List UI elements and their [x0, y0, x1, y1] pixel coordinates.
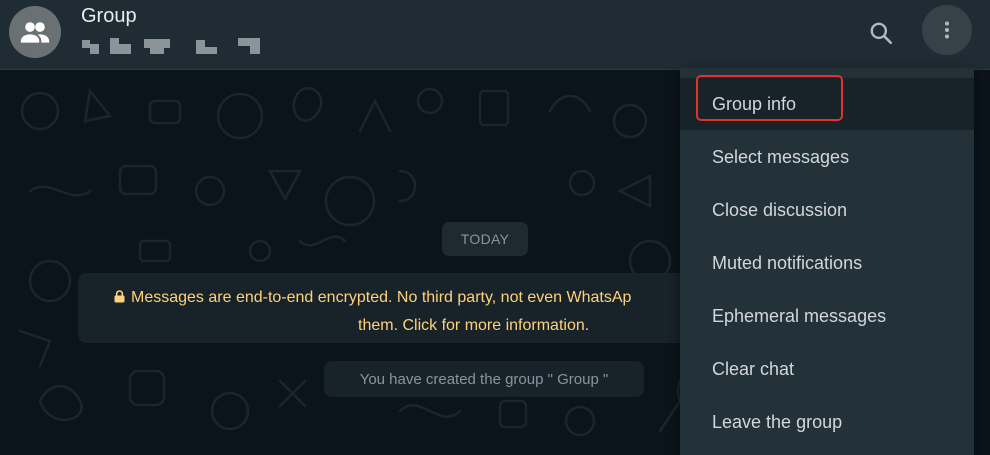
menu-item-clear-chat[interactable]: Clear chat: [680, 343, 974, 395]
encryption-notice-line2: them. Click for more information.: [358, 317, 590, 334]
chat-options-menu: Group info Select messages Close discuss…: [680, 68, 974, 455]
more-vertical-icon: [945, 21, 949, 39]
search-button[interactable]: [860, 12, 902, 54]
menu-item-close-discussion[interactable]: Close discussion: [680, 184, 974, 236]
menu-item-leave-group[interactable]: Leave the group: [680, 396, 974, 448]
menu-item-select-messages[interactable]: Select messages: [680, 131, 974, 183]
highlight-annotation: [696, 75, 843, 121]
date-divider: TODAY: [442, 222, 528, 256]
group-members-blurred[interactable]: [80, 36, 270, 56]
search-icon: [870, 22, 893, 45]
group-icon: [20, 22, 50, 43]
whatsapp-chat-window: Group TODAY Messages are end-to-end encr…: [0, 0, 990, 455]
chat-header: Group: [0, 0, 990, 70]
group-title[interactable]: Group: [81, 5, 137, 28]
lock-icon: [114, 285, 125, 312]
menu-item-ephemeral-messages[interactable]: Ephemeral messages: [680, 290, 974, 342]
menu-item-muted-notifications[interactable]: Muted notifications: [680, 237, 974, 289]
encryption-notice[interactable]: Messages are end-to-end encrypted. No th…: [78, 273, 718, 343]
group-avatar[interactable]: [9, 6, 61, 58]
encryption-notice-line1: Messages are end-to-end encrypted. No th…: [131, 289, 632, 306]
menu-button[interactable]: [922, 5, 972, 55]
system-message: You have created the group " Group ": [324, 361, 644, 397]
